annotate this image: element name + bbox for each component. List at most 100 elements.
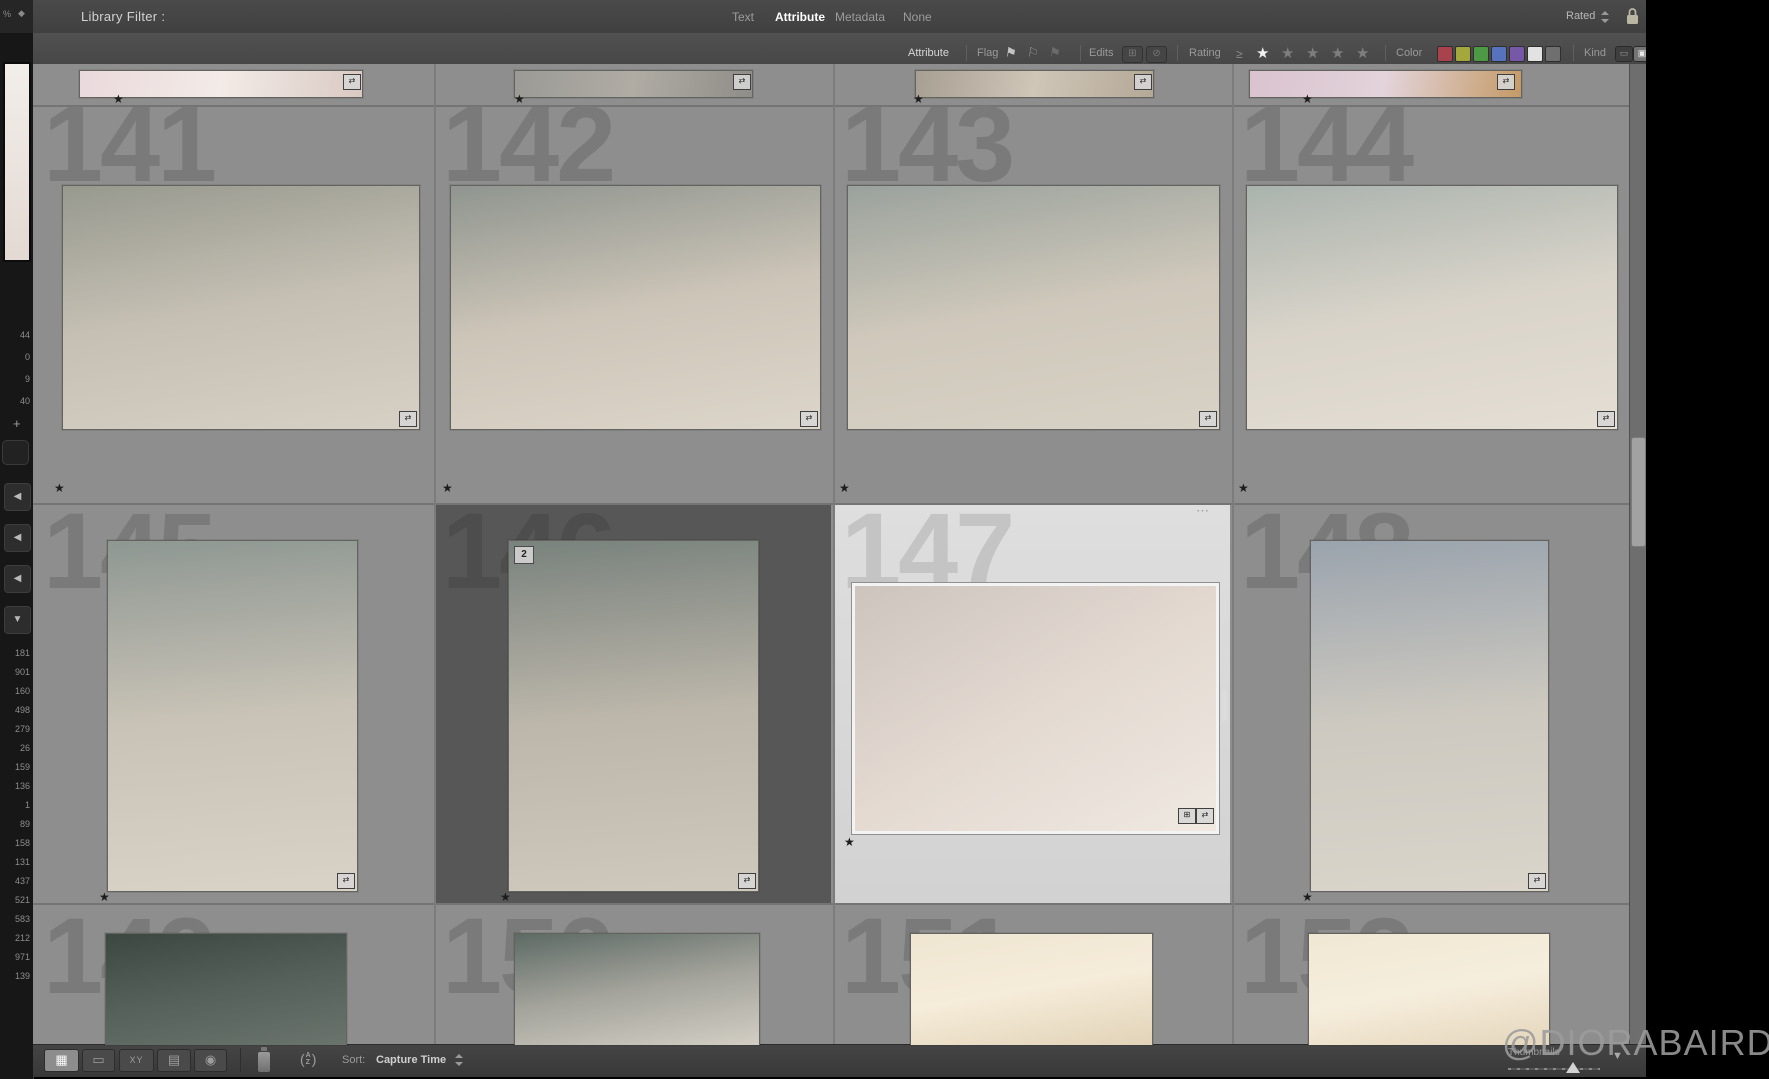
crop-badge-icon[interactable]: ⇄ <box>1528 873 1546 889</box>
collection-badge-icon[interactable]: ⊞ <box>1178 808 1196 824</box>
rating-star-2[interactable]: ★ <box>1281 44 1294 62</box>
crop-badge-icon[interactable]: ⇄ <box>1134 74 1152 90</box>
pick-flag-star[interactable]: ★ <box>1302 93 1313 105</box>
divider <box>1177 45 1178 61</box>
survey-view-button[interactable]: ▤ <box>157 1049 191 1072</box>
pick-flag-star[interactable]: ★ <box>839 482 850 494</box>
pick-flag-star[interactable]: ★ <box>442 482 453 494</box>
thumbnail[interactable] <box>1310 540 1549 892</box>
cell-expand-handle[interactable] <box>1222 690 1227 721</box>
pick-flag-star[interactable]: ★ <box>913 93 924 105</box>
kind-master-button[interactable]: ▭ <box>1615 46 1633 62</box>
thumbnail[interactable] <box>1246 185 1618 430</box>
grid-view-button[interactable]: ▦ <box>44 1049 79 1072</box>
collapse-left-button[interactable]: ◀ <box>4 565 31 593</box>
filter-tab-attribute[interactable]: Attribute <box>775 10 825 24</box>
folder-count: 583 <box>0 914 30 924</box>
rating-star-4[interactable]: ★ <box>1331 44 1344 62</box>
filter-tab-text[interactable]: Text <box>732 10 754 24</box>
sort-value[interactable]: Capture Time <box>376 1054 446 1066</box>
panel-button-fragment[interactable] <box>2 440 29 465</box>
rating-star-1[interactable]: ★ <box>1256 44 1269 62</box>
folder-count: 131 <box>0 857 30 867</box>
collapse-left-button[interactable]: ◀ <box>4 524 31 552</box>
crop-badge-icon[interactable]: ⇄ <box>1597 411 1615 427</box>
stack-count-badge[interactable]: 2 <box>514 546 534 564</box>
thumbnail-partial[interactable] <box>514 933 760 1045</box>
filter-tab-metadata[interactable]: Metadata <box>835 10 885 24</box>
filter-lock-icon[interactable] <box>1625 7 1640 26</box>
crop-badge-icon[interactable]: ⇄ <box>1497 74 1515 90</box>
folder-count: 44 <box>0 330 30 340</box>
color-swatch-purple[interactable] <box>1509 46 1525 62</box>
color-swatch-custom[interactable] <box>1545 46 1561 62</box>
attribute-section-label: Attribute <box>908 47 949 59</box>
folder-count: 139 <box>0 971 30 981</box>
loupe-view-button[interactable]: ▭ <box>82 1049 115 1072</box>
thumbnail-partial[interactable] <box>915 70 1154 98</box>
pick-flag-star[interactable]: ★ <box>1302 891 1313 903</box>
rated-preset-label[interactable]: Rated <box>1566 10 1595 22</box>
sort-direction-icon[interactable]: ( AZ ) <box>300 1051 316 1067</box>
thumbnail[interactable] <box>450 185 821 430</box>
crop-badge-icon[interactable]: ⇄ <box>1196 808 1214 824</box>
collapse-left-button[interactable]: ◀ <box>4 483 31 511</box>
compare-view-button[interactable]: XY <box>119 1049 154 1072</box>
flag-unflagged-icon[interactable]: ⚐ <box>1026 44 1040 61</box>
add-collection-icon[interactable]: + <box>13 416 21 431</box>
thumbnail-partial[interactable] <box>1249 70 1522 98</box>
folder-count: 437 <box>0 876 30 886</box>
chevron-left-icon: ◀ <box>14 532 22 543</box>
lightroom-window: % ◆ 44 0 9 40 + ◀ ◀ ◀ ▼ 181 901 160 498 … <box>0 0 1769 1079</box>
flag-reject-icon[interactable]: ⚑ <box>1048 44 1062 61</box>
thumbnail-partial[interactable] <box>910 933 1153 1045</box>
pick-flag-star[interactable]: ★ <box>113 93 124 105</box>
sort-popup-icon[interactable] <box>455 1054 463 1066</box>
crop-badge-icon[interactable]: ⇄ <box>800 411 818 427</box>
folder-count: 26 <box>0 743 30 753</box>
thumbnail-partial[interactable] <box>105 933 347 1045</box>
rating-star-5[interactable]: ★ <box>1356 44 1369 62</box>
pick-flag-star[interactable]: ★ <box>99 891 110 903</box>
crop-badge-icon[interactable]: ⇄ <box>337 873 355 889</box>
crop-badge-icon[interactable]: ⇄ <box>343 74 361 90</box>
rating-star-3[interactable]: ★ <box>1306 44 1319 62</box>
people-view-button[interactable]: ◉ <box>194 1049 227 1072</box>
flag-pick-icon[interactable]: ⚑ <box>1004 44 1018 61</box>
unedited-filter-icon[interactable]: ⊘ <box>1146 46 1167 63</box>
thumbnail[interactable] <box>62 185 420 430</box>
folder-count: 181 <box>0 648 30 658</box>
filter-tab-none[interactable]: None <box>903 10 932 24</box>
rating-operator[interactable]: ≥ <box>1236 47 1243 61</box>
folder-count: 136 <box>0 781 30 791</box>
crop-badge-icon[interactable]: ⇄ <box>1199 411 1217 427</box>
thumbnail[interactable] <box>847 185 1220 430</box>
pick-flag-star[interactable]: ★ <box>514 93 525 105</box>
thumbnail-size-slider[interactable] <box>1508 1068 1600 1070</box>
color-swatch-none[interactable] <box>1527 46 1543 62</box>
color-swatch-blue[interactable] <box>1491 46 1507 62</box>
collapse-down-button[interactable]: ▼ <box>4 606 31 634</box>
thumbnail-active[interactable] <box>852 583 1219 834</box>
color-swatch-yellow[interactable] <box>1455 46 1471 62</box>
grid-scrollbar[interactable] <box>1629 64 1647 1044</box>
cell-menu-dots-icon[interactable]: ⋯ <box>1196 503 1210 519</box>
scrollbar-thumb[interactable] <box>1631 437 1646 547</box>
thumbnail-partial[interactable] <box>514 70 753 98</box>
rated-popup-icon[interactable] <box>1601 11 1609 23</box>
rating-filter-label: Rating <box>1189 47 1221 59</box>
pick-flag-star[interactable]: ★ <box>844 836 855 848</box>
color-swatch-red[interactable] <box>1437 46 1453 62</box>
pick-flag-star[interactable]: ★ <box>1238 482 1249 494</box>
thumbnail[interactable] <box>107 540 358 892</box>
pick-flag-star[interactable]: ★ <box>54 482 65 494</box>
pick-flag-star[interactable]: ★ <box>500 891 511 903</box>
folder-count: 498 <box>0 705 30 715</box>
crop-badge-icon[interactable]: ⇄ <box>738 873 756 889</box>
color-swatch-green[interactable] <box>1473 46 1489 62</box>
crop-badge-icon[interactable]: ⇄ <box>733 74 751 90</box>
edited-filter-icon[interactable]: ⊞ <box>1122 46 1143 63</box>
crop-badge-icon[interactable]: ⇄ <box>399 411 417 427</box>
folder-count: 901 <box>0 667 30 677</box>
thumbnail[interactable] <box>508 540 759 892</box>
